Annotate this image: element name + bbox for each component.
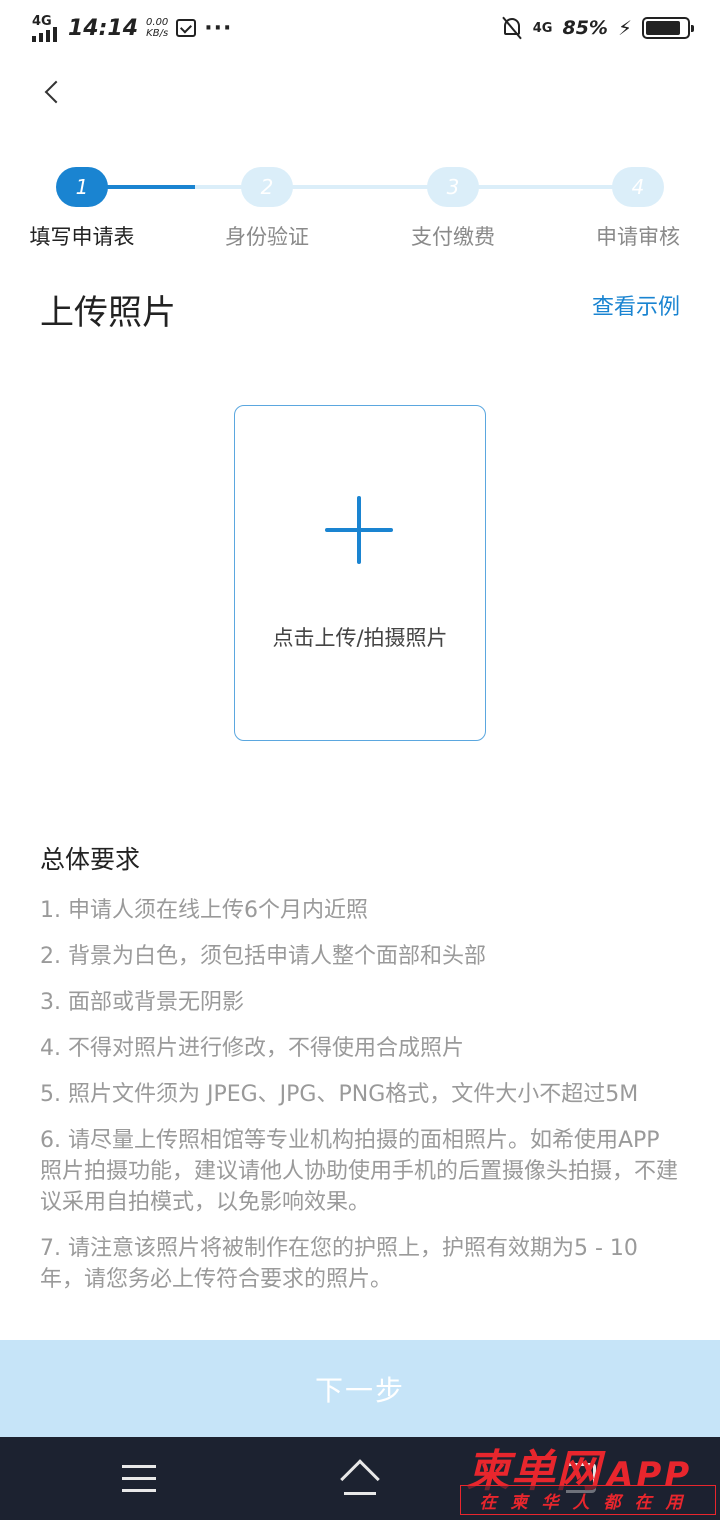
- home-icon[interactable]: [336, 1459, 384, 1499]
- step-1-indicator: 1: [56, 167, 108, 207]
- status-right: 4G 85% ⚡: [501, 12, 694, 44]
- step-2-indicator: 2: [241, 167, 293, 207]
- requirement-item: 7. 请注意该照片将被制作在您的护照上，护照有效期为5 - 10年，请您务必上传…: [40, 1236, 638, 1292]
- section-header: 上传照片 查看示例: [40, 285, 680, 333]
- signal-icon: 4G: [30, 14, 60, 42]
- message-icon: [176, 19, 197, 37]
- requirement-item: 5. 照片文件须为 JPEG、JPG、PNG格式，文件大小不超过5M: [40, 1082, 639, 1107]
- step-4-label: 申请审核: [596, 225, 680, 249]
- status-bar: 4G 14:14 0.00 KB/s ··· 4G 85% ⚡: [0, 0, 720, 56]
- requirement-item: 2. 背景为白色，须包括申请人整个面部和头部: [40, 944, 486, 969]
- requirement-item: 1. 申请人须在线上传6个月内近照: [40, 898, 368, 923]
- view-example-link[interactable]: 查看示例: [592, 289, 680, 321]
- upload-label: 点击上传/拍摄照片: [272, 626, 448, 650]
- speed-unit: KB/s: [146, 28, 169, 39]
- status-left: 4G 14:14 0.00 KB/s ···: [30, 12, 232, 44]
- chevron-left-icon: [44, 80, 68, 104]
- battery-percent: 85%: [562, 17, 608, 39]
- plus-icon: [325, 496, 393, 564]
- progress-stepper: 1 2 3 4 填写申请表 身份验证 支付缴费 申请审核: [0, 165, 720, 255]
- battery-fill: [646, 21, 680, 35]
- clock: 14:14: [68, 15, 139, 41]
- requirement-item: 3. 面部或背景无阴影: [40, 990, 244, 1015]
- requirements-list: 1. 申请人须在线上传6个月内近照 2. 背景为白色，须包括申请人整个面部和头部…: [40, 895, 680, 1310]
- back-button[interactable]: [32, 72, 76, 116]
- step-3-label: 支付缴费: [411, 225, 495, 249]
- charging-icon: ⚡: [617, 16, 632, 40]
- speed-value: 0.00: [146, 17, 169, 28]
- requirement-item: 4. 不得对照片进行修改，不得使用合成照片: [40, 1036, 464, 1061]
- watermark-logo: 柬单网 APP 在柬华人都在用: [460, 1435, 720, 1520]
- requirements-title: 总体要求: [40, 845, 141, 874]
- network-speed: 0.00 KB/s: [146, 17, 168, 39]
- step-1-label: 填写申请表: [29, 225, 135, 249]
- bell-off-icon: [501, 16, 523, 40]
- battery-icon: [642, 17, 694, 39]
- step-3-indicator: 3: [427, 167, 479, 207]
- page-title: 上传照片: [40, 293, 176, 333]
- watermark-tagline: 在柬华人都在用: [460, 1485, 716, 1515]
- requirement-item: 6. 请尽量上传照相馆等专业机构拍摄的面相照片。如希使用APP照片拍摄功能，建议…: [40, 1128, 679, 1215]
- step-2-label: 身份验证: [225, 225, 309, 249]
- more-notifications-icon: ···: [204, 15, 233, 41]
- next-step-button[interactable]: 下一步: [0, 1340, 720, 1437]
- network-type-right: 4G: [532, 20, 553, 36]
- photo-upload-area[interactable]: 点击上传/拍摄照片: [234, 405, 486, 741]
- step-4-indicator: 4: [612, 167, 664, 207]
- menu-icon[interactable]: [122, 1465, 158, 1493]
